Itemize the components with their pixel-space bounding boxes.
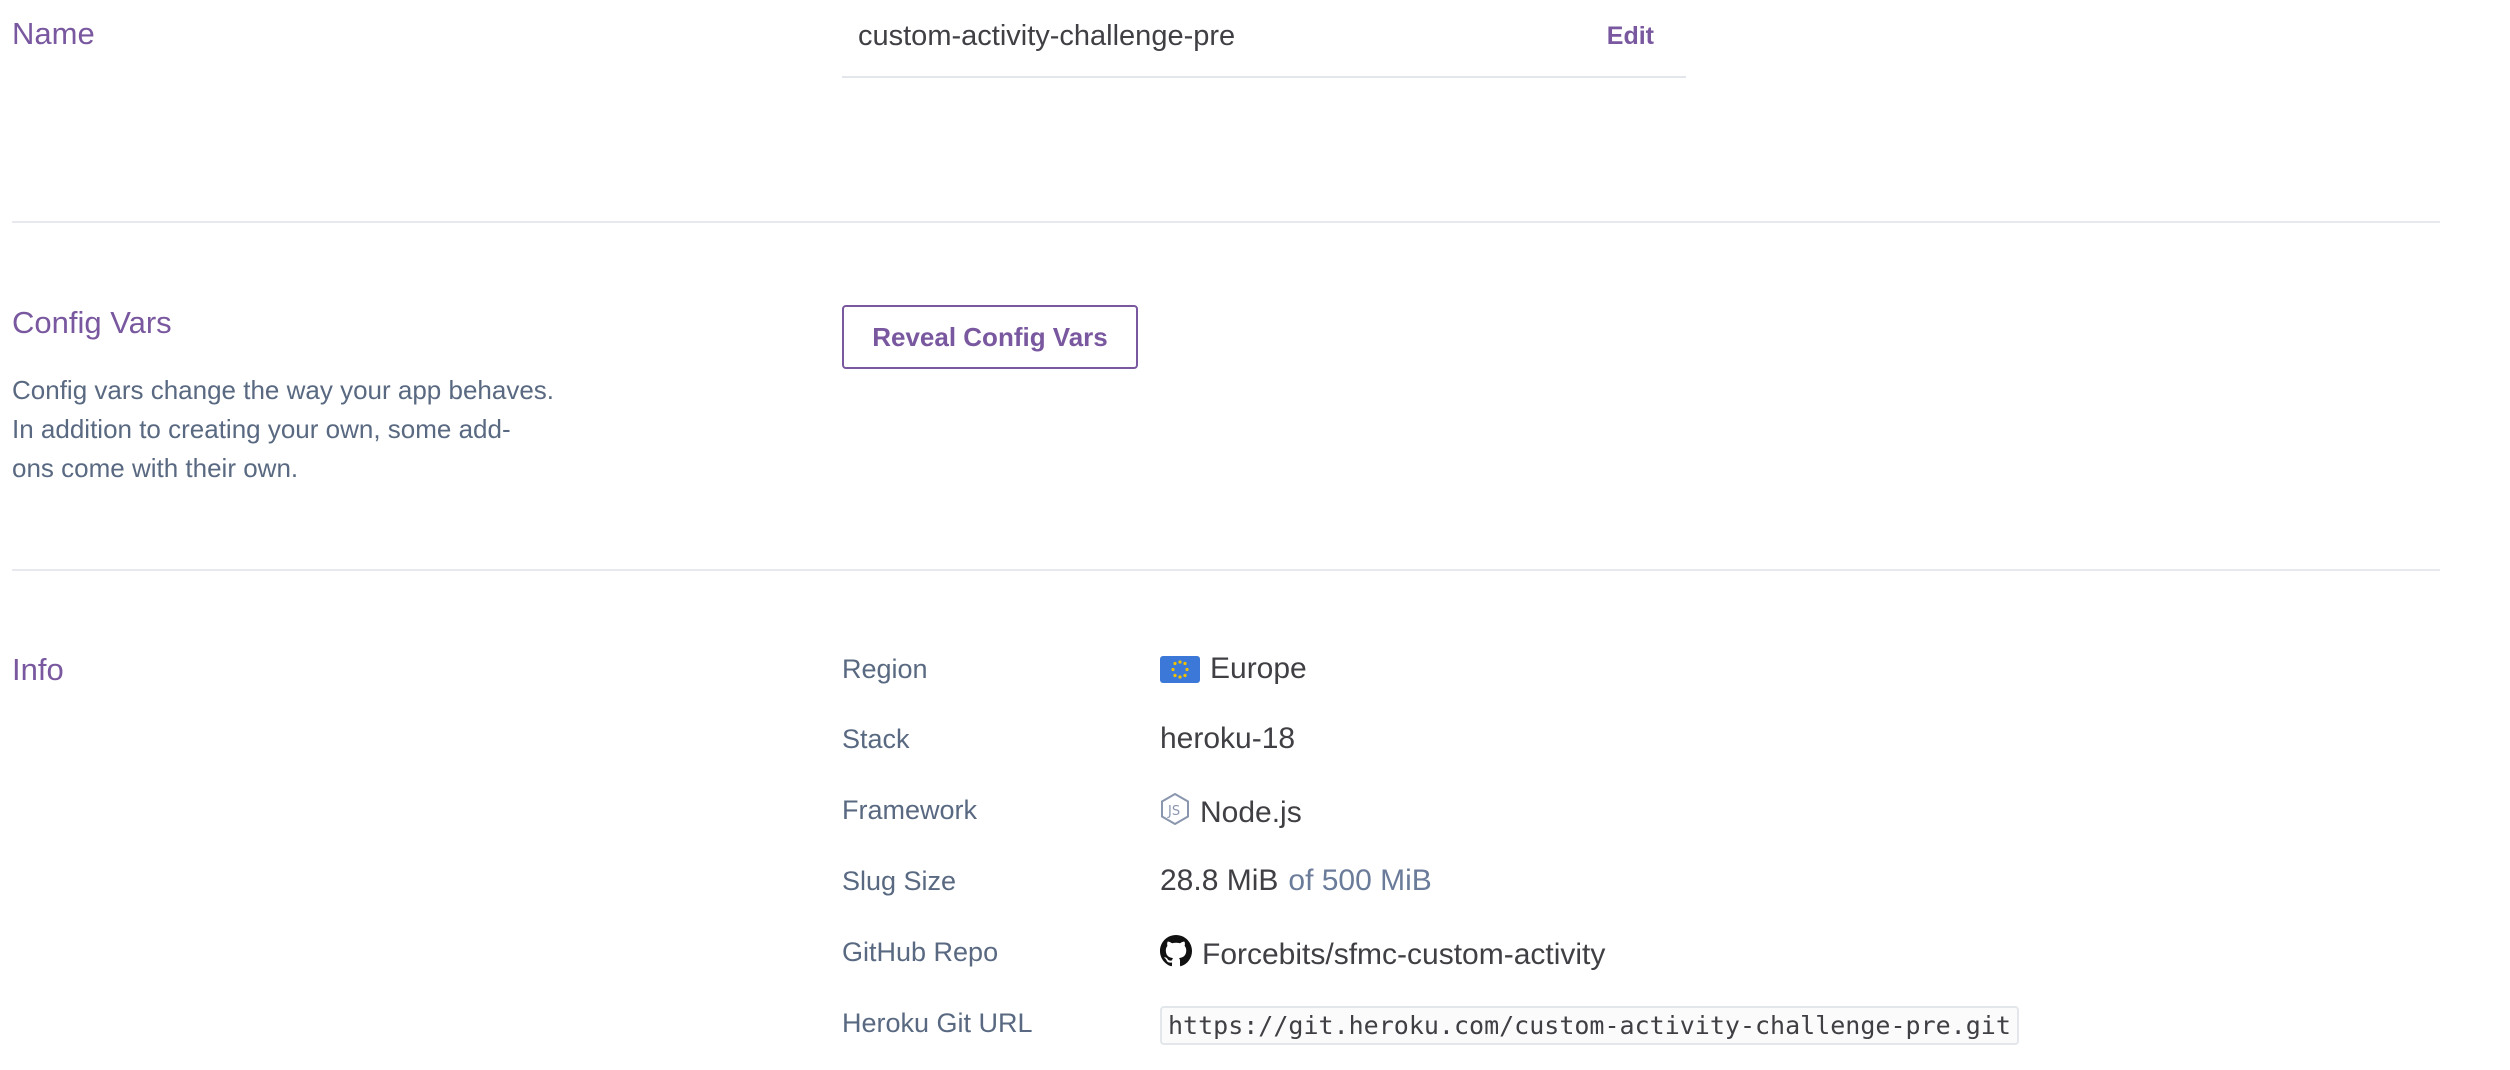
slug-size-value: 28.8 MiB xyxy=(1160,864,1279,897)
git-url-value[interactable]: https://git.heroku.com/custom-activity-c… xyxy=(1160,1006,2019,1045)
config-vars-description: Config vars change the way your app beha… xyxy=(12,371,592,488)
region-label: Region xyxy=(842,654,928,684)
name-section-title: Name xyxy=(12,16,95,51)
git-url-value-wrap: https://git.heroku.com/custom-activity-c… xyxy=(1160,1006,2019,1045)
name-section: Name custom-activity-challenge-pre Edit xyxy=(12,0,2440,100)
stack-label: Stack xyxy=(842,724,910,754)
slug-size-label: Slug Size xyxy=(842,866,957,896)
section-divider xyxy=(12,569,2440,571)
framework-value: Node.js xyxy=(1200,796,1302,829)
git-url-label: Heroku Git URL xyxy=(842,1008,1033,1038)
info-row-github: GitHub Repo Forcebits/sfmc-custom-activi… xyxy=(842,935,2442,997)
region-value-wrap: Europe xyxy=(1160,652,1307,686)
config-vars-section: Config Vars Config vars change the way y… xyxy=(12,305,2440,505)
info-section: Info Region Europe Stack heroku-18 Frame… xyxy=(12,652,2440,1070)
section-divider xyxy=(12,221,2440,223)
config-vars-title: Config Vars xyxy=(12,305,172,340)
reveal-config-vars-button[interactable]: Reveal Config Vars xyxy=(842,305,1138,369)
info-title: Info xyxy=(12,652,64,687)
config-desc-line: In addition to creating your own, some a… xyxy=(12,414,511,444)
framework-value-wrap: JS Node.js xyxy=(1160,792,1302,833)
github-repo-value-wrap: Forcebits/sfmc-custom-activity xyxy=(1160,935,1605,975)
config-desc-line: ons come with their own. xyxy=(12,453,299,483)
edit-name-button[interactable]: Edit xyxy=(1607,22,1654,51)
nodejs-icon: JS xyxy=(1160,792,1190,833)
info-row-slug-size: Slug Size 28.8 MiB of 500 MiB xyxy=(842,864,2442,926)
github-repo-link[interactable]: Forcebits/sfmc-custom-activity xyxy=(1202,938,1605,972)
info-row-framework: Framework JS Node.js xyxy=(842,792,2442,855)
config-desc-line: Config vars change the way your app beha… xyxy=(12,375,555,405)
github-repo-label: GitHub Repo xyxy=(842,937,999,967)
stack-value: heroku-18 xyxy=(1160,722,1296,755)
app-name-value: custom-activity-challenge-pre xyxy=(858,20,1236,52)
info-row-git-url: Heroku Git URL https://git.heroku.com/cu… xyxy=(842,1006,2442,1068)
app-name-field: custom-activity-challenge-pre Edit xyxy=(842,0,1686,78)
framework-label: Framework xyxy=(842,795,978,825)
slug-size-limit: of 500 MiB xyxy=(1288,864,1432,897)
github-icon xyxy=(1160,935,1192,975)
slug-size-value-wrap: 28.8 MiB of 500 MiB xyxy=(1160,864,1432,898)
info-row-stack: Stack heroku-18 xyxy=(842,722,2442,784)
svg-text:JS: JS xyxy=(1167,804,1180,819)
region-value: Europe xyxy=(1210,652,1307,685)
eu-flag-icon xyxy=(1160,655,1200,683)
info-row-region: Region Europe xyxy=(842,652,2442,714)
